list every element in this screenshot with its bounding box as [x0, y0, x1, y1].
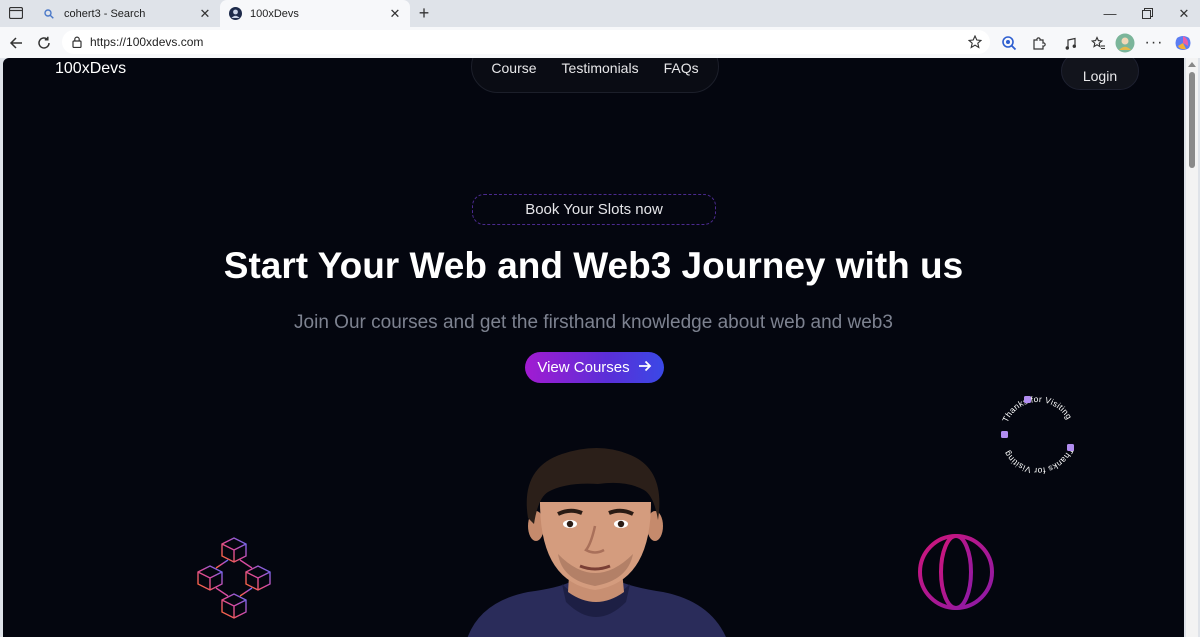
badge-text-2: Thanks for Visiting	[1002, 446, 1076, 476]
tab-bar: cohert3 - Search ✕ 100xDevs ✕ + — ✕	[0, 0, 1200, 27]
badge-dot-icon	[1001, 431, 1008, 438]
instructor-photo	[467, 448, 726, 637]
arrow-right-icon	[638, 359, 652, 376]
page-scrollbar[interactable]	[1186, 58, 1198, 637]
search-icon	[42, 7, 56, 21]
close-tab-icon[interactable]: ✕	[386, 5, 404, 23]
tab-actions-icon[interactable]	[6, 4, 26, 22]
blockchain-cubes-icon	[197, 537, 271, 619]
more-menu-icon[interactable]: ···	[1143, 32, 1165, 54]
nav-link-testimonials[interactable]: Testimonials	[562, 60, 639, 76]
favorite-star-icon[interactable]	[966, 33, 984, 51]
restore-icon[interactable]	[1127, 0, 1167, 27]
hero-subtitle: Join Our courses and get the firsthand k…	[294, 312, 893, 333]
view-courses-button[interactable]: View Courses	[525, 352, 664, 383]
main-nav: Course Testimonials FAQs	[471, 58, 719, 93]
profile-avatar-icon[interactable]	[1114, 32, 1136, 54]
nav-link-course[interactable]: Course	[491, 60, 536, 76]
badge-dot-icon	[1067, 444, 1074, 451]
back-icon[interactable]	[4, 31, 28, 55]
scroll-up-icon[interactable]	[1188, 62, 1196, 67]
login-button[interactable]: Login	[1061, 58, 1139, 90]
site-favicon-icon	[228, 7, 242, 21]
extensions-puzzle-icon[interactable]	[1028, 32, 1050, 54]
favorites-icon[interactable]	[1087, 32, 1109, 54]
minimize-icon[interactable]: —	[1090, 0, 1130, 27]
svg-text:Thanks for Visiting: Thanks for Visiting	[1002, 446, 1076, 476]
media-icon[interactable]	[1060, 32, 1082, 54]
tab-title: cohert3 - Search	[64, 7, 146, 20]
view-courses-label: View Courses	[537, 359, 630, 376]
site-info-lock-icon[interactable]	[70, 35, 84, 49]
hero-title: Start Your Web and Web3 Journey with us	[223, 245, 964, 286]
tab-search[interactable]: cohert3 - Search ✕	[34, 0, 220, 27]
close-window-icon[interactable]: ✕	[1164, 0, 1200, 27]
copilot-icon[interactable]	[1172, 32, 1194, 54]
close-tab-icon[interactable]: ✕	[196, 5, 214, 23]
badge-text-1: Thanks for Visiting	[1000, 394, 1074, 424]
address-bar[interactable]: https://100xdevs.com	[62, 30, 990, 54]
tab-title: 100xDevs	[250, 7, 299, 20]
thanks-visiting-badge: Thanks for Visiting Thanks for Visiting	[1000, 394, 1076, 476]
refresh-icon[interactable]	[32, 31, 56, 55]
new-tab-icon[interactable]: +	[414, 3, 434, 23]
tab-100xdevs[interactable]: 100xDevs ✕	[220, 0, 410, 27]
globe-icon	[918, 534, 994, 610]
svg-text:Thanks for Visiting: Thanks for Visiting	[1000, 394, 1074, 424]
scrollbar-thumb[interactable]	[1189, 72, 1195, 168]
book-slots-pill[interactable]: Book Your Slots now	[472, 194, 716, 225]
page-viewport: 100xDevs Course Testimonials FAQs Login …	[3, 58, 1184, 637]
address-toolbar: https://100xdevs.com ···	[0, 27, 1200, 58]
url-text[interactable]: https://100xdevs.com	[90, 35, 966, 49]
zoom-search-icon[interactable]	[998, 32, 1020, 54]
badge-dot-icon	[1024, 396, 1031, 403]
site-logo[interactable]: 100xDevs	[55, 60, 126, 78]
nav-link-faqs[interactable]: FAQs	[664, 60, 699, 76]
